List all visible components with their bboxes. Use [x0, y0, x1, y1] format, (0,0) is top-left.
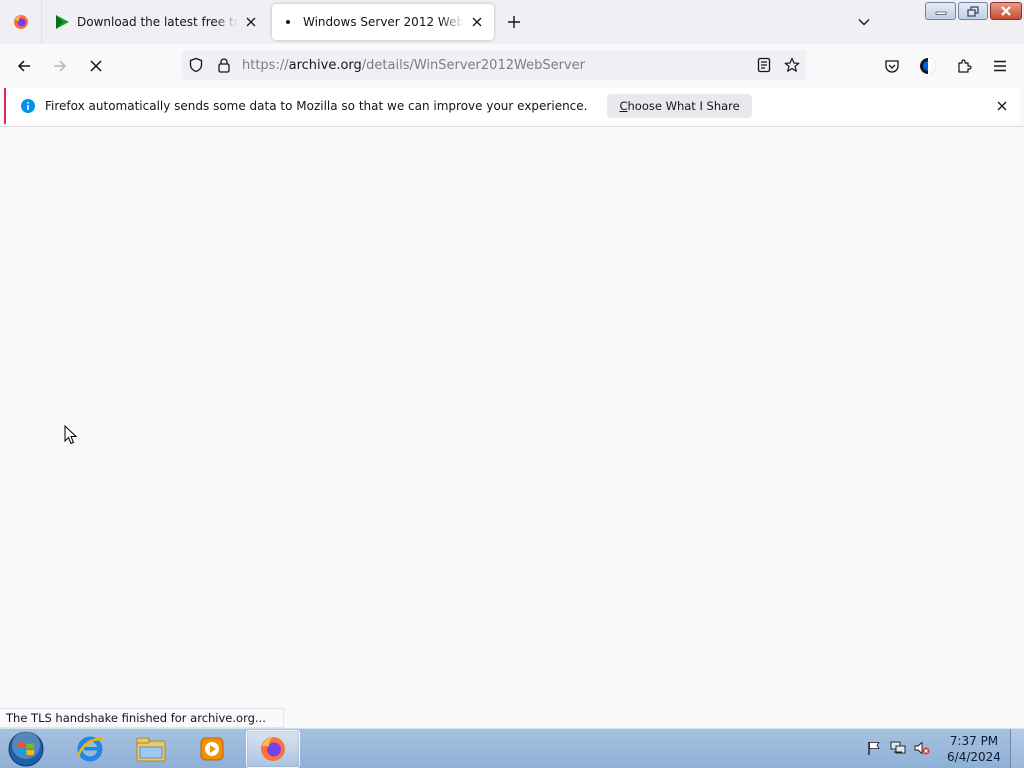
loading-dot-icon — [280, 14, 296, 30]
file-explorer-icon — [136, 737, 166, 762]
status-panel: The TLS handshake finished for archive.o… — [0, 708, 284, 728]
stop-icon — [90, 60, 102, 72]
close-icon — [1001, 6, 1011, 16]
mouse-cursor-icon — [64, 425, 78, 445]
puzzle-piece-icon — [958, 59, 972, 73]
tab-windows-server[interactable]: Windows Server 2012 Web Serv — [272, 4, 494, 40]
pocket-icon — [885, 60, 899, 73]
taskbar-firefox[interactable] — [246, 730, 300, 768]
new-tab-button[interactable] — [502, 10, 526, 34]
info-icon — [21, 99, 35, 113]
page-content-area[interactable] — [0, 127, 1024, 728]
arrow-left-icon — [17, 60, 30, 72]
tab-strip: Download the latest free trial ve Window… — [0, 0, 1024, 44]
windows-start-orb-icon — [8, 731, 44, 767]
network-icon[interactable] — [888, 735, 908, 761]
restore-button[interactable] — [958, 2, 988, 20]
data-reporting-notification: Firefox automatically sends some data to… — [4, 88, 1020, 124]
volume-muted-icon[interactable] — [912, 735, 932, 761]
notification-message: Firefox automatically sends some data to… — [45, 99, 588, 113]
taskbar-media-player[interactable] — [185, 730, 239, 768]
plus-icon — [508, 16, 520, 28]
restore-icon — [967, 5, 979, 17]
arrow-right-icon — [54, 60, 67, 72]
system-clock[interactable]: 7:37 PM 6/4/2024 — [944, 733, 1004, 765]
tab-download-trial[interactable]: Download the latest free trial ve — [46, 4, 268, 40]
internet-explorer-icon — [76, 736, 104, 762]
hamburger-menu-icon — [994, 60, 1006, 72]
pocket-button[interactable] — [878, 52, 906, 80]
lock-icon[interactable] — [210, 51, 238, 79]
bookmark-star-icon[interactable] — [778, 51, 806, 79]
minimize-button[interactable] — [925, 2, 956, 20]
tab-close-icon[interactable] — [468, 13, 486, 31]
close-window-button[interactable] — [990, 2, 1022, 20]
forward-button[interactable] — [46, 52, 74, 80]
firefox-icon — [13, 15, 28, 29]
show-desktop-button[interactable] — [1010, 729, 1024, 768]
taskbar: 7:37 PM 6/4/2024 — [0, 728, 1024, 768]
taskbar-internet-explorer[interactable] — [63, 730, 117, 768]
tab-title: Download the latest free trial ve — [77, 15, 238, 29]
tab-close-icon[interactable] — [242, 13, 260, 31]
tab-title: Windows Server 2012 Web Serv — [303, 15, 464, 29]
clock-time: 7:37 PM — [949, 734, 999, 748]
back-button[interactable] — [10, 52, 38, 80]
start-button[interactable] — [6, 730, 46, 768]
list-all-tabs-button[interactable] — [852, 10, 876, 34]
close-notification-icon[interactable] — [994, 98, 1010, 114]
navigation-toolbar: https://archive.org/details/WinServer201… — [0, 44, 1024, 86]
clock-date: 6/4/2024 — [947, 750, 1001, 764]
account-icon — [920, 58, 936, 74]
media-player-icon — [200, 737, 224, 761]
taskbar-file-explorer[interactable] — [124, 730, 178, 768]
extensions-button[interactable] — [950, 52, 978, 80]
firefox-view-button[interactable] — [0, 0, 42, 44]
stop-button[interactable] — [82, 52, 110, 80]
action-center-flag-icon[interactable] — [864, 735, 884, 761]
minimize-icon — [935, 11, 946, 15]
app-menu-button[interactable] — [986, 52, 1014, 80]
url-text[interactable]: https://archive.org/details/WinServer201… — [242, 58, 750, 73]
firefox-icon — [261, 737, 285, 761]
chevron-down-icon — [858, 19, 870, 26]
choose-what-i-share-button[interactable]: Choose What I Share — [607, 94, 752, 118]
green-play-icon — [54, 14, 70, 30]
reader-view-icon[interactable] — [750, 51, 778, 79]
address-bar[interactable]: https://archive.org/details/WinServer201… — [182, 50, 806, 80]
tracking-protection-shield-icon[interactable] — [182, 51, 210, 79]
account-button[interactable] — [914, 52, 942, 80]
